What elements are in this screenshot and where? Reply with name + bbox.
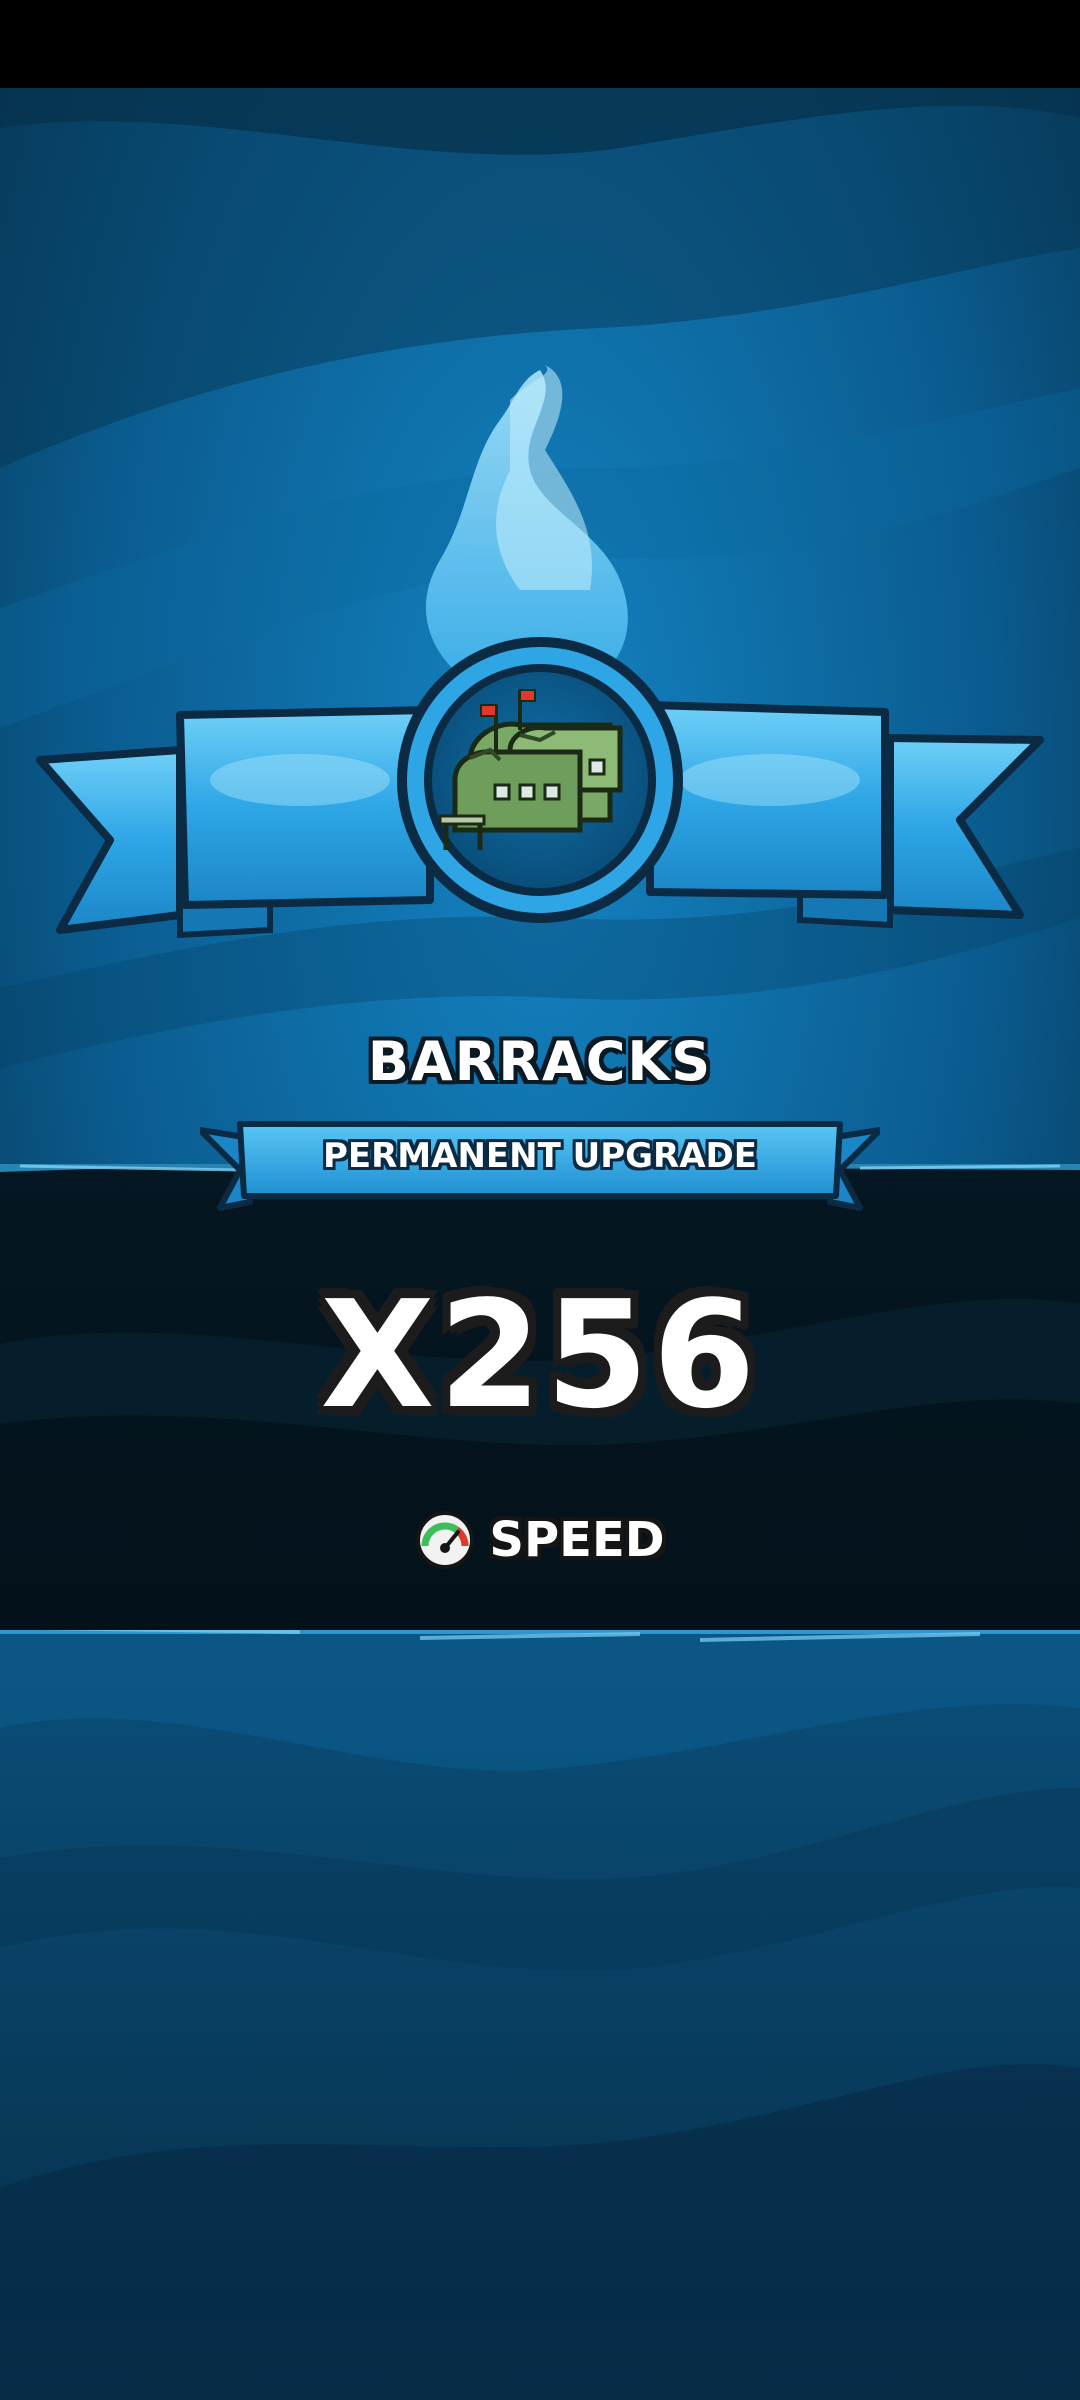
ribbon-right-tail (886, 734, 1044, 919)
upgrade-emblem (36, 365, 1044, 939)
upgrade-type-label: PERMANENT UPGRADE (322, 1136, 757, 1176)
ribbon-left-tail (36, 746, 184, 934)
reward-screen[interactable]: BARRACKS PERMANENT UPGRADE X256 SPEED (0, 0, 1080, 2400)
building-name: BARRACKS (367, 1030, 713, 1093)
stat-row: SPEED (0, 1508, 1080, 1572)
ribbon-main (176, 706, 434, 909)
multiplier-value: X256 (320, 1269, 760, 1441)
status-bar (0, 0, 1080, 88)
speedometer-icon (416, 1511, 475, 1569)
stat-label: SPEED (489, 1512, 665, 1568)
